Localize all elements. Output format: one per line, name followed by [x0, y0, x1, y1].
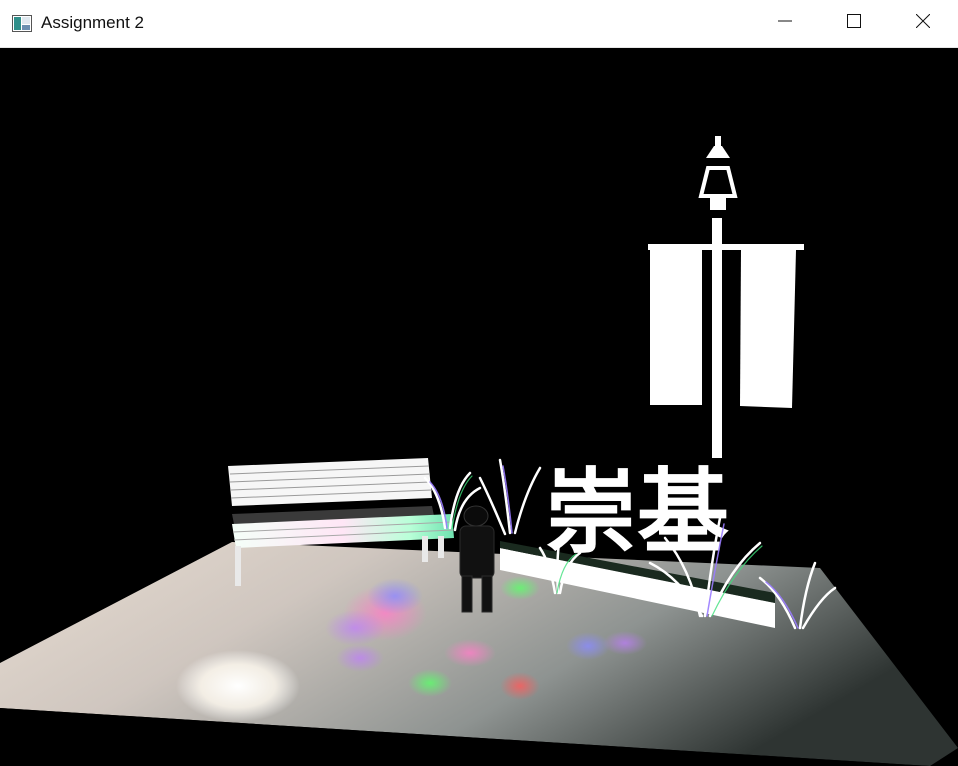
application-window: Assignment 2 崇基 — [0, 0, 958, 766]
3d-scene: 崇基 — [0, 136, 958, 766]
right-banner — [740, 250, 796, 408]
sign-characters: 崇基 — [545, 459, 729, 566]
title-bar[interactable]: Assignment 2 — [0, 0, 958, 48]
render-viewport[interactable]: 崇基 — [0, 48, 958, 766]
window-title: Assignment 2 — [41, 13, 144, 32]
app-window-icon — [12, 15, 32, 32]
minimize-button[interactable] — [750, 0, 820, 47]
close-icon — [915, 13, 931, 33]
close-button[interactable] — [888, 0, 958, 47]
minimize-icon — [778, 14, 792, 33]
maximize-button[interactable] — [819, 0, 889, 47]
maximize-icon — [847, 14, 861, 33]
left-banner — [650, 250, 702, 405]
